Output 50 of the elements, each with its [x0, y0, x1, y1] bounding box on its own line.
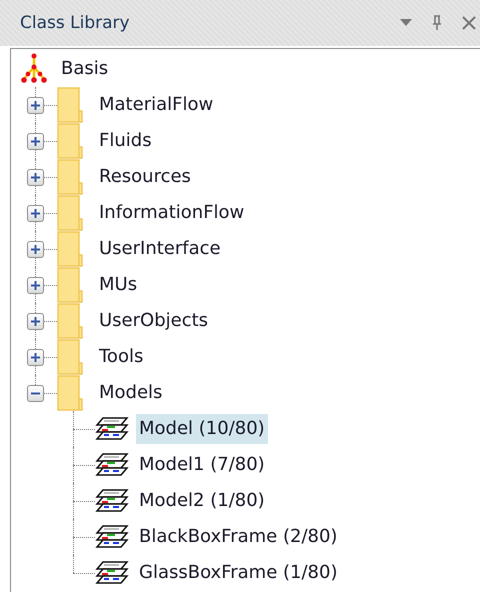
layers-icon	[95, 488, 129, 514]
plus-icon	[31, 137, 40, 146]
layers-icon	[95, 524, 129, 550]
folder-icon	[57, 159, 83, 195]
expand-toggle[interactable]	[27, 169, 44, 186]
panel-title: Class Library	[20, 13, 131, 33]
tree-item[interactable]: BlackBoxFrame (2/80)	[136, 522, 340, 552]
tree-item[interactable]: Basis	[58, 54, 112, 84]
plus-icon	[31, 281, 40, 290]
caret-icon[interactable]	[400, 19, 412, 27]
layers-icon	[95, 416, 129, 442]
tree-item[interactable]: UserInterface	[96, 234, 224, 264]
expand-toggle[interactable]	[27, 97, 44, 114]
expand-toggle[interactable]	[27, 385, 44, 402]
close-icon[interactable]	[462, 16, 476, 30]
tree-item[interactable]: UserObjects	[96, 306, 212, 336]
folder-icon	[57, 123, 83, 159]
plus-icon	[31, 173, 40, 182]
plus-icon	[31, 101, 40, 110]
tree-item[interactable]: Model (10/80)	[136, 414, 268, 444]
plus-icon	[31, 209, 40, 218]
folder-icon	[57, 267, 83, 303]
folder-icon	[57, 339, 83, 375]
expand-toggle[interactable]	[27, 205, 44, 222]
plus-icon	[31, 317, 40, 326]
tree-item[interactable]: Tools	[96, 342, 146, 372]
expand-toggle[interactable]	[27, 313, 44, 330]
tree-item[interactable]: Resources	[96, 162, 194, 192]
folder-icon	[57, 303, 83, 339]
tree-item[interactable]: Model2 (1/80)	[136, 486, 268, 516]
tree-item[interactable]: InformationFlow	[96, 198, 248, 228]
tree-item[interactable]: MUs	[96, 270, 140, 300]
folder-icon	[57, 231, 83, 267]
tree-item[interactable]: GlassBoxFrame (1/80)	[136, 558, 340, 588]
layers-icon	[95, 452, 129, 478]
plus-icon	[31, 353, 40, 362]
folder-icon	[57, 87, 83, 123]
layers-icon	[95, 560, 129, 586]
tree-item[interactable]: Models	[96, 378, 166, 408]
folder-icon	[57, 195, 83, 231]
expand-toggle[interactable]	[27, 349, 44, 366]
expand-toggle[interactable]	[27, 241, 44, 258]
plus-icon	[31, 245, 40, 254]
folder-icon	[57, 375, 83, 411]
tree-item[interactable]: Fluids	[96, 126, 155, 156]
tree-item[interactable]: Model1 (7/80)	[136, 450, 268, 480]
tree-item[interactable]: MaterialFlow	[96, 90, 216, 120]
expand-toggle[interactable]	[27, 277, 44, 294]
pin-icon[interactable]	[432, 15, 442, 31]
expand-toggle[interactable]	[27, 133, 44, 150]
